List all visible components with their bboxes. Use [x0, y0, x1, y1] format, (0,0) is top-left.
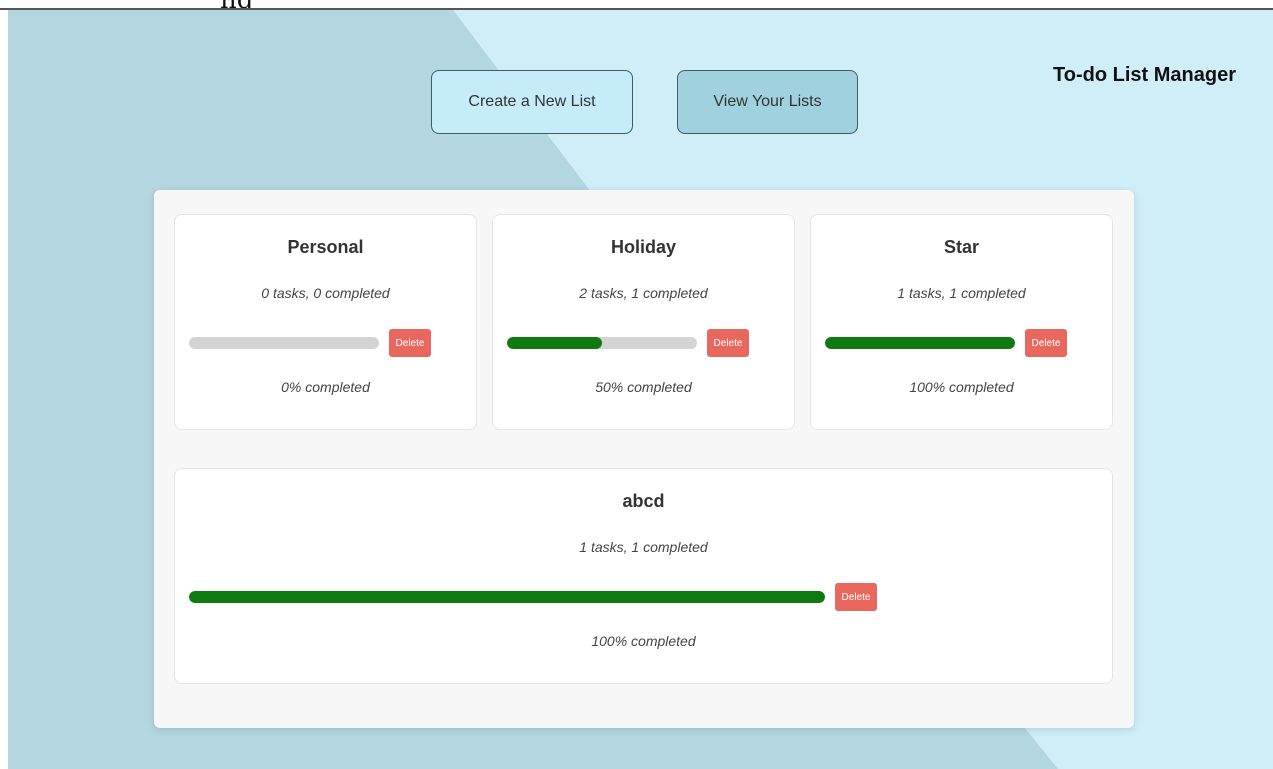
progress-fill: [507, 337, 602, 349]
list-title: Personal: [287, 237, 364, 257]
list-task-count: 2 tasks, 1 completed: [579, 285, 708, 301]
delete-button[interactable]: Delete: [835, 583, 877, 611]
list-task-count: 0 tasks, 0 completed: [261, 285, 390, 301]
progress-bar: [189, 591, 825, 603]
list-title: Star: [943, 237, 979, 257]
progress-bar: [825, 337, 1015, 349]
list-completion-percent: 50% completed: [595, 379, 692, 395]
list-title: abcd: [622, 491, 665, 511]
progress-bar: [189, 337, 379, 349]
top-strip: ng: [0, 0, 1273, 10]
list-completion-percent: 100% completed: [591, 633, 696, 649]
delete-button[interactable]: Delete: [389, 329, 431, 357]
delete-button[interactable]: Delete: [1025, 329, 1067, 357]
list-completion-percent: 0% completed: [281, 379, 370, 395]
list-title: Holiday: [610, 237, 676, 257]
delete-button[interactable]: Delete: [707, 329, 749, 357]
app-stage: To-do List Manager Create a New List Vie…: [8, 10, 1273, 769]
list-card[interactable]: Personal 0 tasks, 0 completed Delete 0% …: [174, 214, 477, 430]
view-lists-button[interactable]: View Your Lists: [677, 70, 858, 134]
progress-fill: [189, 591, 825, 603]
lists-panel: Personal 0 tasks, 0 completed Delete 0% …: [154, 190, 1134, 728]
list-task-count: 1 tasks, 1 completed: [579, 539, 708, 555]
list-completion-percent: 100% completed: [909, 379, 1014, 395]
list-card[interactable]: Star 1 tasks, 1 completed Delete 100% co…: [810, 214, 1113, 430]
progress-fill: [825, 337, 1015, 349]
progress-bar: [507, 337, 697, 349]
list-task-count: 1 tasks, 1 completed: [897, 285, 1026, 301]
create-list-button[interactable]: Create a New List: [431, 70, 633, 134]
app-title: To-do List Manager: [1053, 64, 1236, 86]
list-card[interactable]: Holiday 2 tasks, 1 completed Delete 50% …: [492, 214, 795, 430]
list-card[interactable]: abcd 1 tasks, 1 completed Delete 100% co…: [174, 468, 1113, 684]
